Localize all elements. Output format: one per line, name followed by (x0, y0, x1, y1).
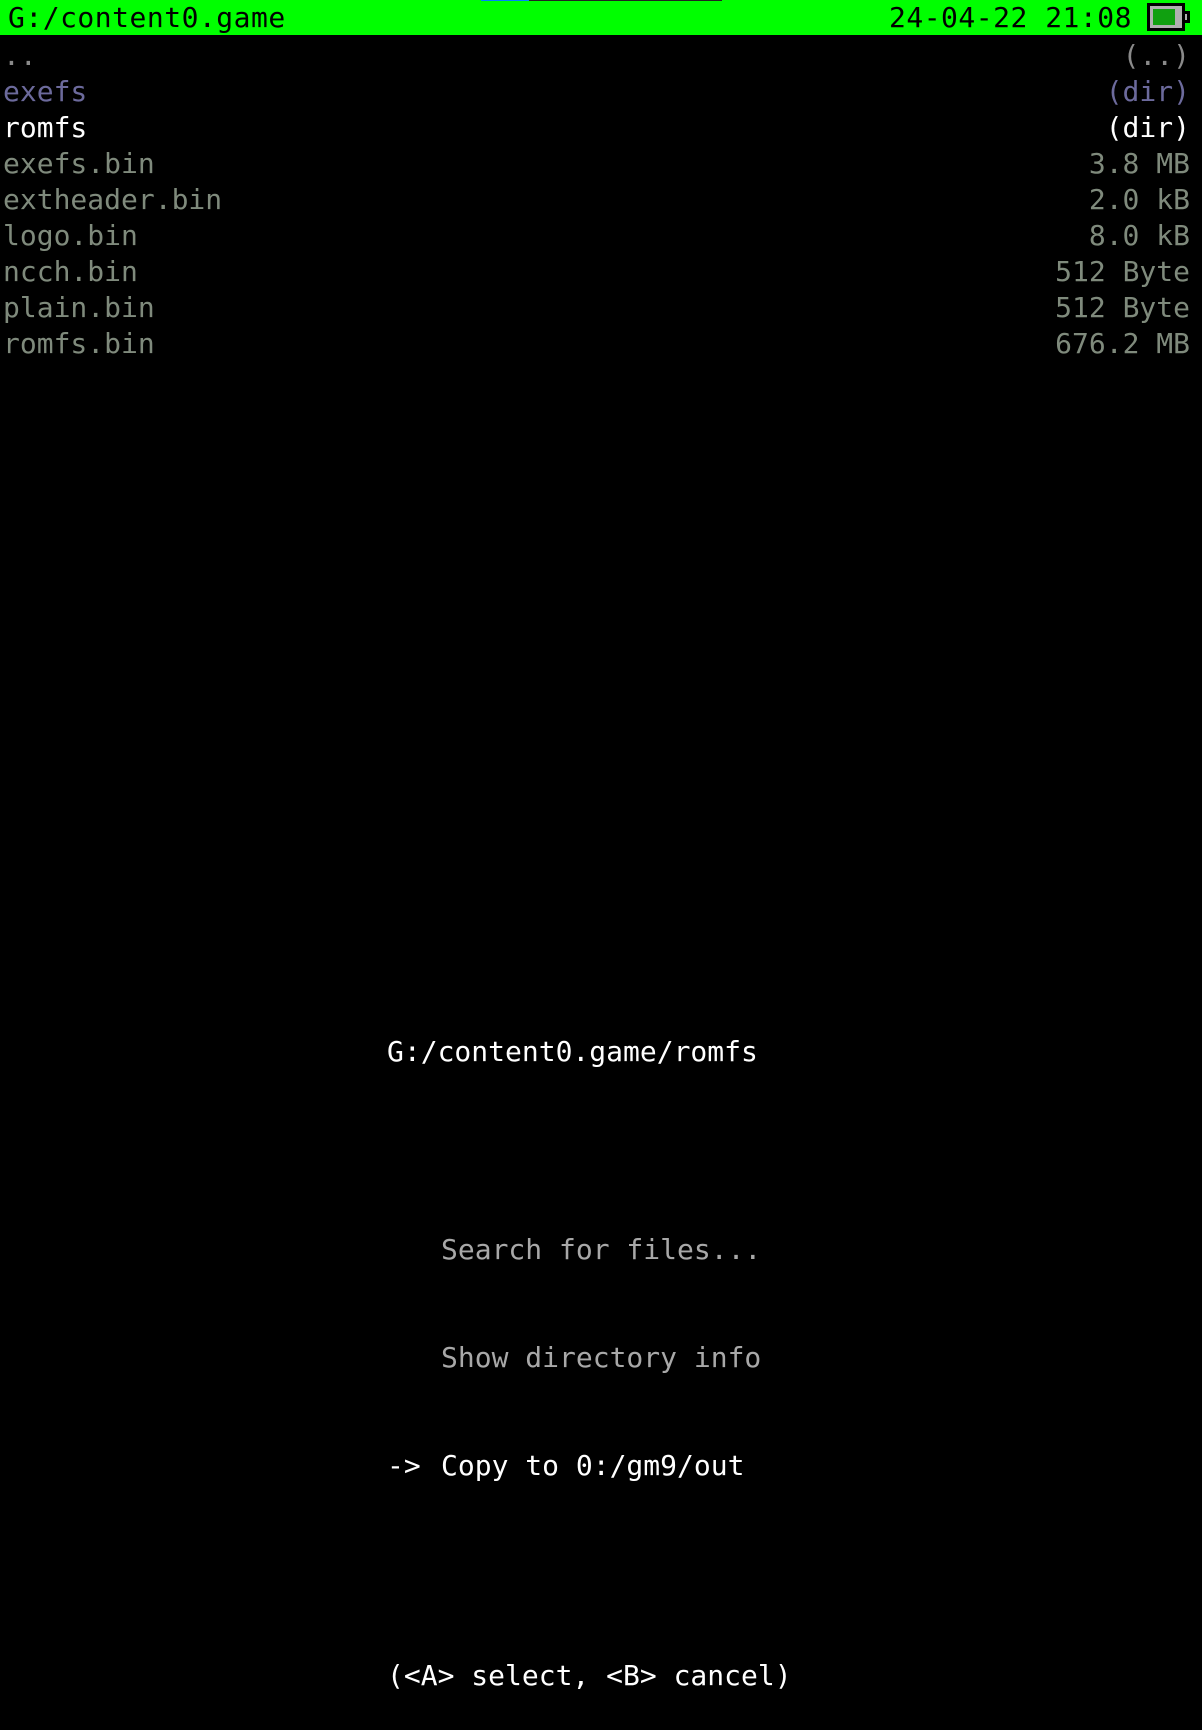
file-name: exefs (3, 75, 88, 108)
file-name: ncch.bin (3, 255, 138, 288)
file-size: (dir) (1105, 75, 1190, 108)
file-size: 512 Byte (1055, 255, 1190, 288)
file-row[interactable]: extheader.bin 2.0 kB (0, 182, 1202, 218)
menu-item-search-files[interactable]: Search for files... (387, 1232, 792, 1268)
file-row[interactable]: romfs.bin 676.2 MB (0, 326, 1202, 362)
file-size: 3.8 MB (1088, 147, 1190, 180)
menu-hint: (<A> select, <B> cancel) (387, 1659, 792, 1692)
menu-options: Search for files... Show directory info … (387, 1160, 792, 1556)
file-row[interactable]: ncch.bin 512 Byte (0, 254, 1202, 290)
file-row[interactable]: plain.bin 512 Byte (0, 290, 1202, 326)
file-name: exefs.bin (3, 147, 155, 180)
progress-bar (481, 0, 722, 1)
menu-item-label: Search for files... (441, 1233, 762, 1266)
cursor-arrow-icon: -> (387, 1449, 421, 1482)
top-status-bar: G:/content0.game 24-04-22 21:08 (0, 0, 1202, 35)
file-size: 2.0 kB (1088, 183, 1190, 216)
file-name: romfs (3, 111, 88, 144)
menu-item-copy-to[interactable]: -> Copy to 0:/gm9/out (387, 1448, 792, 1484)
file-list: .. (..) exefs (dir) romfs (dir) exefs.bi… (0, 38, 1202, 362)
context-menu: G:/content0.game/romfs Search for files.… (387, 962, 792, 1730)
current-path: G:/content0.game (8, 1, 286, 34)
file-size: 676.2 MB (1055, 327, 1190, 360)
file-name: .. (3, 39, 37, 72)
menu-item-label: Copy to 0:/gm9/out (441, 1449, 745, 1482)
file-name: romfs.bin (3, 327, 155, 360)
file-row-selected[interactable]: romfs (dir) (0, 110, 1202, 146)
file-row-dir[interactable]: exefs (dir) (0, 74, 1202, 110)
menu-item-label: Show directory info (441, 1341, 762, 1374)
progress-fill (481, 0, 530, 1)
file-name: plain.bin (3, 291, 155, 324)
file-name: extheader.bin (3, 183, 223, 216)
battery-icon (1147, 3, 1191, 33)
file-row[interactable]: exefs.bin 3.8 MB (0, 146, 1202, 182)
file-size: (..) (1122, 39, 1190, 72)
file-size: (dir) (1105, 111, 1190, 144)
battery-level (1153, 9, 1175, 25)
file-size: 8.0 kB (1088, 219, 1190, 252)
file-size: 512 Byte (1055, 291, 1190, 324)
file-row-parent[interactable]: .. (..) (0, 38, 1202, 74)
datetime: 24-04-22 21:08 (888, 1, 1132, 34)
file-name: logo.bin (3, 219, 138, 252)
menu-title: G:/content0.game/romfs (387, 1035, 758, 1068)
file-row[interactable]: logo.bin 8.0 kB (0, 218, 1202, 254)
menu-item-directory-info[interactable]: Show directory info (387, 1340, 792, 1376)
